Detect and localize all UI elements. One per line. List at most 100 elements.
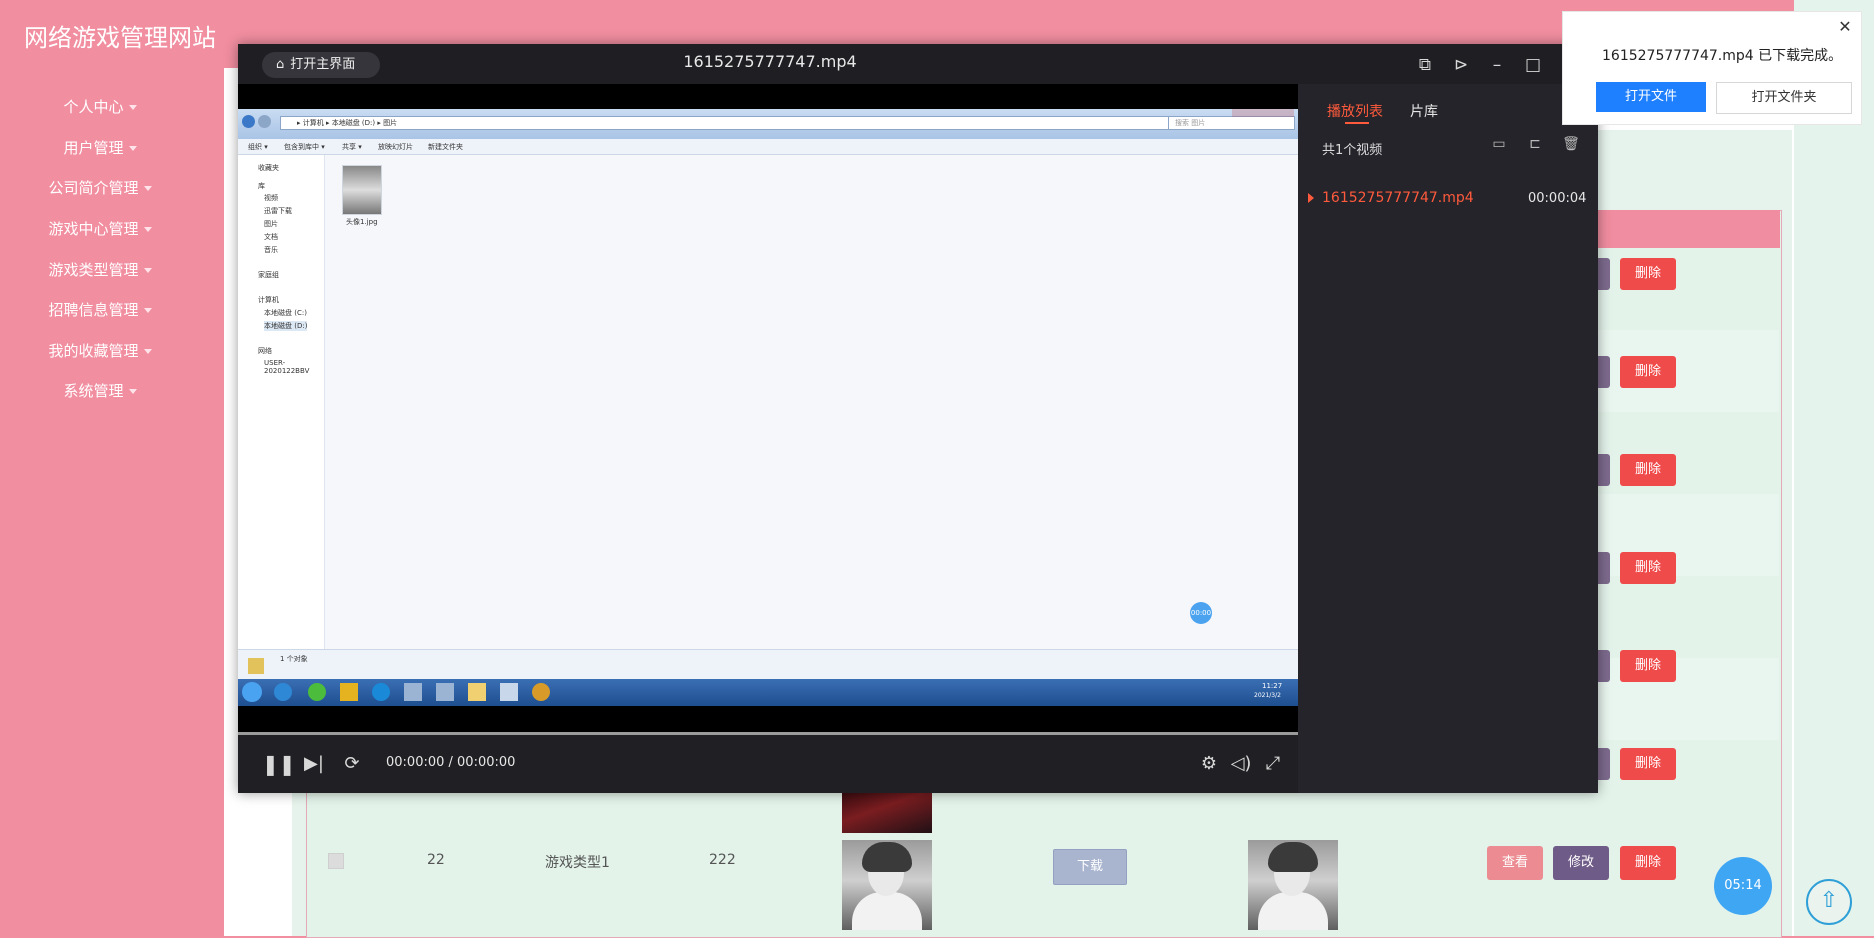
- start-icon: [242, 682, 262, 702]
- mini-mode-icon[interactable]: ⧉: [1413, 53, 1437, 77]
- close-icon[interactable]: ✕: [1836, 17, 1854, 36]
- tree-item: 本地磁盘 (D:): [264, 321, 308, 331]
- explorer-nav-tree: 收藏夹 库 视频 迅雷下载 图片 文档 音乐 家庭组 计算机 本地磁盘 (C:)…: [238, 155, 325, 649]
- volume-icon[interactable]: ◁): [1228, 751, 1254, 777]
- delete-button[interactable]: 删除: [1620, 454, 1676, 486]
- pin-icon[interactable]: ⊳: [1449, 53, 1473, 77]
- explorer-toolbar: 组织 ▾ 包含到库中 ▾ 共享 ▾ 放映幻灯片 新建文件夹: [238, 139, 1298, 155]
- ie-icon: [274, 683, 292, 701]
- explorer-toolbar-item: 新建文件夹: [428, 143, 463, 151]
- sidebar-item-favorites[interactable]: 我的收藏管理: [0, 340, 200, 361]
- back-icon: [242, 115, 255, 128]
- playlist-count: 共1个视频: [1322, 143, 1383, 158]
- minimize-icon[interactable]: –: [1485, 53, 1509, 77]
- playlist-item-name[interactable]: 1615275777747.mp4: [1322, 190, 1474, 206]
- video-time-badge: 00:00: [1190, 602, 1212, 624]
- download-message: 1615275777747.mp4 已下载完成。: [1602, 48, 1843, 64]
- right-gutter: [1794, 0, 1874, 936]
- site-title: 网络游戏管理网站: [24, 24, 216, 52]
- tree-item: 家庭组: [258, 271, 279, 279]
- explorer-address-bar: ▸ 计算机 ▸ 本地磁盘 (D:) ▸ 图片: [280, 116, 1190, 130]
- explorer-breadcrumb: ▸ 计算机 ▸ 本地磁盘 (D:) ▸ 图片: [297, 119, 398, 127]
- cell-value: 222: [709, 852, 736, 868]
- edit-button[interactable]: 修改: [1553, 846, 1609, 880]
- tree-item: 视频: [264, 194, 278, 202]
- file-thumbnail: [342, 165, 382, 215]
- explorer-status-text: 1 个对象: [280, 655, 308, 663]
- portrait-hair: [862, 842, 912, 872]
- fullscreen-icon[interactable]: ⤢: [1260, 751, 1286, 777]
- delete-button[interactable]: 删除: [1620, 552, 1676, 584]
- row-checkbox[interactable]: [328, 853, 344, 869]
- scroll-top-icon[interactable]: ⇧: [1806, 879, 1852, 925]
- explorer-search-box: 搜索 图片: [1168, 116, 1295, 130]
- tree-item: 音乐: [264, 246, 278, 254]
- delete-button[interactable]: 删除: [1620, 748, 1676, 780]
- forward-icon: [258, 115, 271, 128]
- download-button[interactable]: 下载: [1053, 849, 1127, 885]
- game-cover: [1248, 840, 1338, 930]
- game-image: [842, 840, 932, 930]
- explorer-toolbar-item: 包含到库中 ▾: [284, 143, 325, 151]
- delete-button[interactable]: 删除: [1620, 846, 1676, 880]
- tab-playlist[interactable]: 播放列表: [1327, 101, 1383, 121]
- add-to-list-icon[interactable]: ⊏: [1525, 136, 1545, 156]
- trash-icon[interactable]: 🗑: [1561, 136, 1581, 156]
- explorer-toolbar-item: 组织 ▾: [248, 143, 268, 151]
- open-folder-icon[interactable]: ▭: [1489, 136, 1509, 156]
- settings-icon[interactable]: ⚙: [1196, 751, 1222, 777]
- sidebar-item-profile[interactable]: 个人中心: [0, 96, 200, 117]
- open-folder-button[interactable]: 打开文件夹: [1716, 82, 1852, 114]
- caret-down-icon: [128, 389, 137, 394]
- video-frame-explorer: ▸ 计算机 ▸ 本地磁盘 (D:) ▸ 图片 搜索 图片 组织 ▾ 包含到库中 …: [238, 109, 1298, 706]
- portrait-body: [852, 892, 922, 930]
- cell-id: 22: [427, 852, 445, 868]
- sidebar-item-label: 我的收藏管理: [48, 342, 139, 360]
- playing-indicator-icon: [1308, 193, 1314, 203]
- explorer-toolbar-item: 放映幻灯片: [378, 143, 413, 151]
- pause-icon[interactable]: ❚❚: [262, 751, 296, 777]
- tab-underline: [1345, 122, 1369, 124]
- open-main-button[interactable]: ⌂ 打开主界面: [262, 52, 380, 78]
- tree-item: 网络: [258, 347, 272, 355]
- portrait-hair: [1268, 842, 1318, 872]
- caret-down-icon: [128, 105, 137, 110]
- loop-icon[interactable]: ⟳: [339, 751, 365, 777]
- explorer-window-buttons: [1232, 109, 1294, 117]
- win7-taskbar: 11:27 2021/3/2: [238, 679, 1298, 706]
- video-title: 1615275777747.mp4: [683, 52, 857, 71]
- tab-library[interactable]: 片库: [1410, 101, 1438, 121]
- app-icon: [500, 683, 518, 701]
- tree-item: 本地磁盘 (C:): [264, 309, 307, 317]
- sidebar-item-label: 个人中心: [63, 98, 124, 116]
- explorer-toolbar-item: 共享 ▾: [342, 143, 362, 151]
- sidebar-item-users[interactable]: 用户管理: [0, 137, 200, 158]
- tree-item: 迅雷下载: [264, 207, 292, 215]
- delete-button[interactable]: 删除: [1620, 356, 1676, 388]
- sidebar-item-recruit[interactable]: 招聘信息管理: [0, 299, 200, 320]
- tree-item: 文档: [264, 233, 278, 241]
- caret-down-icon: [143, 268, 152, 273]
- sidebar-item-company[interactable]: 公司简介管理: [0, 177, 200, 198]
- open-file-button[interactable]: 打开文件: [1596, 82, 1706, 112]
- tree-item: 计算机: [258, 296, 279, 304]
- folder-icon: [248, 658, 264, 674]
- playlist-item-duration: 00:00:04: [1528, 191, 1587, 206]
- floating-time-badge[interactable]: 05:14: [1714, 857, 1772, 915]
- sidebar-item-label: 公司简介管理: [48, 179, 139, 197]
- tree-item: 收藏夹: [258, 164, 279, 172]
- sidebar-item-game-type[interactable]: 游戏类型管理: [0, 259, 200, 280]
- next-icon[interactable]: ▶|: [301, 751, 327, 777]
- home-icon: ⌂: [276, 57, 285, 72]
- delete-button[interactable]: 删除: [1620, 258, 1676, 290]
- maximize-icon[interactable]: □: [1521, 53, 1545, 77]
- taskbar-date: 2021/3/2: [1254, 692, 1281, 699]
- delete-button[interactable]: 删除: [1620, 650, 1676, 682]
- sidebar-item-label: 游戏类型管理: [48, 261, 139, 279]
- view-button[interactable]: 查看: [1487, 846, 1543, 880]
- game-thumbnail: [842, 793, 932, 833]
- caret-down-icon: [143, 186, 152, 191]
- taskbar-clock: 11:27: [1262, 682, 1283, 690]
- sidebar-item-system[interactable]: 系统管理: [0, 380, 200, 401]
- sidebar-item-game-center[interactable]: 游戏中心管理: [0, 218, 200, 239]
